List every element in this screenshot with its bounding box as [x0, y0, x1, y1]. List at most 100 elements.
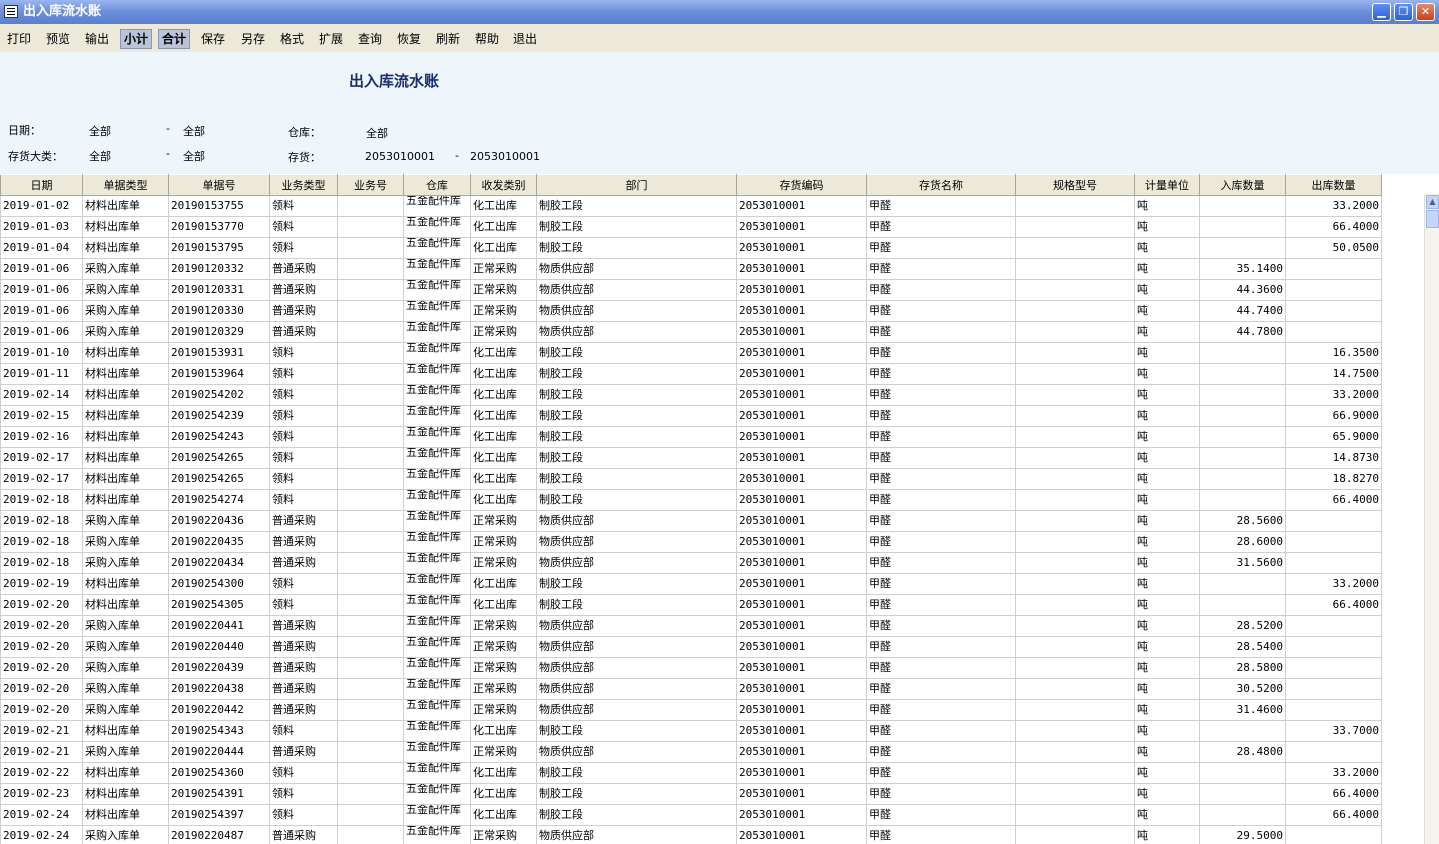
table-row[interactable]: 2019-02-18 采购入库单 20190220434 普通采购 五金配件库 正常采购物… [0, 552, 1382, 574]
table-row[interactable]: 2019-02-22 材料出库单 20190254360 领料 五金配件库 化工出库 制胶工… [0, 762, 1382, 784]
exit-button[interactable]: 退出 [510, 29, 540, 49]
table-cell: 五金配件库 [403, 468, 471, 490]
table-cell [337, 321, 404, 343]
table-row[interactable]: 2019-02-17 材料出库单 20190254265 领料 五金配件库 化工出库 制胶工… [0, 447, 1382, 469]
table-row[interactable]: 2019-02-18 采购入库单 20190220436 普通采购 五金配件库 正常采购物… [0, 510, 1382, 532]
table-row[interactable]: 2019-01-03 材料出库单 20190153770 领料 五金配件库 化工出库 制胶工… [0, 216, 1382, 238]
table-row[interactable]: 2019-02-20 采购入库单 20190220438 普通采购 五金配件库 正常采购物… [0, 678, 1382, 700]
table-row[interactable]: 2019-02-18 材料出库单 20190254274 领料 五金配件库 化工出库 制胶工… [0, 489, 1382, 511]
table-cell: 物质供应部 [536, 678, 737, 700]
table-cell [1015, 762, 1135, 784]
print-button[interactable]: 打印 [4, 29, 34, 49]
table-row[interactable]: 2019-02-24 采购入库单 20190220487 普通采购 五金配件库 正常采购物… [0, 825, 1382, 844]
scroll-thumb[interactable] [1426, 210, 1439, 228]
query-button[interactable]: 查询 [355, 29, 385, 49]
extend-button[interactable]: 扩展 [316, 29, 346, 49]
scroll-up-icon[interactable]: ▲ [1426, 195, 1439, 209]
column-header[interactable]: 仓库 [403, 174, 471, 196]
close-button[interactable]: ✕ [1416, 3, 1435, 21]
refresh-button[interactable]: 刷新 [433, 29, 463, 49]
table-cell: 2053010001 [736, 783, 867, 805]
table-cell: 制胶工段 [536, 804, 737, 826]
table-cell: 普通采购 [269, 300, 338, 322]
table-row[interactable]: 2019-02-20 采购入库单 20190220441 普通采购 五金配件库 正常采购物… [0, 615, 1382, 637]
column-header[interactable]: 业务号 [337, 174, 404, 196]
table-row[interactable]: 2019-02-20 采购入库单 20190220442 普通采购 五金配件库 正常采购物… [0, 699, 1382, 721]
table-cell [1015, 636, 1135, 658]
ledger-grid[interactable]: 日期 单据类型 单据号 业务类型 业务号 仓库 收发类别 部门 存货编码 存货名称 规格型号 计量单位… [0, 174, 1424, 844]
table-cell: 吨 [1134, 384, 1200, 406]
restore-button[interactable]: 恢复 [394, 29, 424, 49]
save-as-button[interactable]: 另存 [238, 29, 268, 49]
column-header[interactable]: 单据号 [168, 174, 270, 196]
table-cell: 五金配件库 [403, 195, 471, 217]
table-cell: 普通采购 [269, 531, 338, 553]
table-cell [1285, 531, 1382, 553]
format-button[interactable]: 格式 [277, 29, 307, 49]
table-row[interactable]: 2019-02-23 材料出库单 20190254391 领料 五金配件库 化工出库 制胶工… [0, 783, 1382, 805]
column-header[interactable]: 入库数量 [1199, 174, 1286, 196]
table-row[interactable]: 2019-02-24 材料出库单 20190254397 领料 五金配件库 化工出库 制胶工… [0, 804, 1382, 826]
table-row[interactable]: 2019-02-21 材料出库单 20190254343 领料 五金配件库 化工出库 制胶工… [0, 720, 1382, 742]
column-header[interactable]: 收发类别 [470, 174, 537, 196]
table-cell: 领料 [269, 804, 338, 826]
save-button[interactable]: 保存 [198, 29, 228, 49]
vertical-scrollbar[interactable]: ▲ [1424, 194, 1439, 844]
restore-button[interactable]: ❐ [1394, 3, 1413, 21]
preview-button[interactable]: 预览 [43, 29, 73, 49]
table-row[interactable]: 2019-01-06 采购入库单 20190120331 普通采购 五金配件库 正常采购物… [0, 279, 1382, 301]
table-row[interactable]: 2019-01-11 材料出库单 20190153964 领料 五金配件库 化工出库 制胶工… [0, 363, 1382, 385]
table-row[interactable]: 2019-02-20 采购入库单 20190220440 普通采购 五金配件库 正常采购物… [0, 636, 1382, 658]
table-cell: 采购入库单 [82, 258, 169, 280]
table-row[interactable]: 2019-01-06 采购入库单 20190120332 普通采购 五金配件库 正常采购物… [0, 258, 1382, 280]
table-row[interactable]: 2019-02-14 材料出库单 20190254202 领料 五金配件库 化工出库 制胶工… [0, 384, 1382, 406]
column-header[interactable]: 存货编码 [736, 174, 867, 196]
column-header[interactable]: 规格型号 [1015, 174, 1135, 196]
table-cell: 2019-02-19 [0, 573, 83, 595]
table-row[interactable]: 2019-02-20 材料出库单 20190254305 领料 五金配件库 化工出库 制胶工… [0, 594, 1382, 616]
table-cell: 化工出库 [470, 384, 537, 406]
table-cell: 采购入库单 [82, 678, 169, 700]
column-header[interactable]: 存货名称 [866, 174, 1016, 196]
subtotal-button[interactable]: 小计 [120, 29, 153, 49]
table-cell: 2019-02-14 [0, 384, 83, 406]
table-cell: 正常采购 [470, 279, 537, 301]
table-cell: 五金配件库 [403, 405, 471, 427]
export-button[interactable]: 输出 [82, 29, 112, 49]
column-header[interactable]: 出库数量 [1285, 174, 1382, 196]
table-cell [1015, 804, 1135, 826]
table-cell: 吨 [1134, 258, 1200, 280]
table-cell: 2053010001 [736, 762, 867, 784]
total-button[interactable]: 合计 [158, 29, 191, 49]
minimize-button[interactable]: ▁ [1372, 3, 1391, 21]
table-cell: 甲醛 [866, 489, 1016, 511]
table-row[interactable]: 2019-02-21 采购入库单 20190220444 普通采购 五金配件库 正常采购物… [0, 741, 1382, 763]
column-header[interactable]: 单据类型 [82, 174, 169, 196]
table-row[interactable]: 2019-01-06 采购入库单 20190120330 普通采购 五金配件库 正常采购物… [0, 300, 1382, 322]
table-cell [1015, 510, 1135, 532]
table-row[interactable]: 2019-01-10 材料出库单 20190153931 领料 五金配件库 化工出库 制胶工… [0, 342, 1382, 364]
table-cell: 制胶工段 [536, 426, 737, 448]
table-row[interactable]: 2019-02-16 材料出库单 20190254243 领料 五金配件库 化工出库 制胶工… [0, 426, 1382, 448]
table-row[interactable]: 2019-01-06 采购入库单 20190120329 普通采购 五金配件库 正常采购物… [0, 321, 1382, 343]
table-row[interactable]: 2019-02-17 材料出库单 20190254265 领料 五金配件库 化工出库 制胶工… [0, 468, 1382, 490]
table-row[interactable]: 2019-02-19 材料出库单 20190254300 领料 五金配件库 化工出库 制胶工… [0, 573, 1382, 595]
table-cell: 采购入库单 [82, 300, 169, 322]
table-cell: 2053010001 [736, 216, 867, 238]
table-cell: 吨 [1134, 489, 1200, 511]
table-cell: 材料出库单 [82, 762, 169, 784]
help-button[interactable]: 帮助 [472, 29, 502, 49]
table-row[interactable]: 2019-01-04 材料出库单 20190153795 领料 五金配件库 化工出库 制胶工… [0, 237, 1382, 259]
column-header[interactable]: 部门 [536, 174, 737, 196]
column-header[interactable]: 日期 [0, 174, 83, 196]
table-row[interactable]: 2019-02-18 采购入库单 20190220435 普通采购 五金配件库 正常采购物… [0, 531, 1382, 553]
column-header[interactable]: 业务类型 [269, 174, 338, 196]
table-cell: 普通采购 [269, 258, 338, 280]
table-row[interactable]: 2019-02-15 材料出库单 20190254239 领料 五金配件库 化工出库 制胶工… [0, 405, 1382, 427]
table-cell: 领料 [269, 384, 338, 406]
table-row[interactable]: 2019-01-02 材料出库单 20190153755 领料 五金配件库 化工出库 制胶工… [0, 195, 1382, 217]
table-cell: 吨 [1134, 531, 1200, 553]
table-row[interactable]: 2019-02-20 采购入库单 20190220439 普通采购 五金配件库 正常采购物… [0, 657, 1382, 679]
column-header[interactable]: 计量单位 [1134, 174, 1200, 196]
table-cell [1285, 615, 1382, 637]
